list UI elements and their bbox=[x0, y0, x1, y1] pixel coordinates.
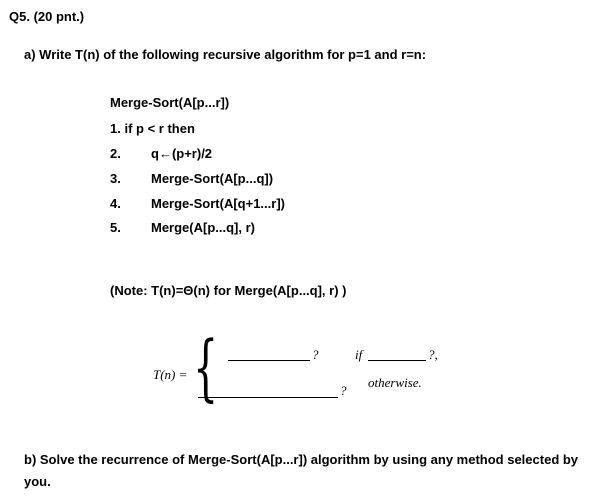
left-brace-icon: { bbox=[193, 325, 219, 409]
line-text: q←(p+r)/2 bbox=[151, 146, 213, 161]
line-number: 1. bbox=[110, 121, 121, 136]
case1-condition-mark: ?, bbox=[428, 347, 438, 362]
line-number: 2. bbox=[110, 146, 121, 161]
part-b-line-1: b) Solve the recurrence of Merge-Sort(A[… bbox=[24, 452, 579, 467]
question-header: Q5. (20 pnt.) bbox=[9, 9, 85, 24]
line-text: Merge-Sort(A[q+1...r]) bbox=[151, 196, 285, 211]
line-text: Merge(A[p...q], r) bbox=[151, 220, 255, 235]
algorithm-title: Merge-Sort(A[p...r]) bbox=[110, 95, 230, 110]
case1-value-blank[interactable] bbox=[228, 360, 310, 361]
line-number: 5. bbox=[110, 220, 121, 235]
case2-value-blank[interactable] bbox=[198, 397, 338, 398]
line-text: Merge-Sort(A[p...q]) bbox=[151, 171, 274, 186]
recurrence-lhs: T(n) = bbox=[153, 367, 188, 382]
case1-value-mark: ? bbox=[312, 347, 319, 362]
part-a-prompt: a) Write T(n) of the following recursive… bbox=[24, 47, 427, 62]
case2-condition: otherwise. bbox=[368, 375, 422, 390]
case1-condition-blank[interactable] bbox=[368, 360, 426, 361]
case2-value-mark: ? bbox=[340, 383, 347, 398]
note: (Note: T(n)=Θ(n) for Merge(A[p...q], r) … bbox=[110, 283, 347, 298]
part-b-line-2: you. bbox=[24, 474, 51, 489]
line-number: 3. bbox=[110, 171, 121, 186]
line-number: 4. bbox=[110, 196, 121, 211]
line-text: if p < r then bbox=[124, 121, 195, 136]
algorithm-line-1: 1. if p < r then bbox=[110, 121, 195, 136]
case1-if-label: if bbox=[355, 347, 363, 362]
